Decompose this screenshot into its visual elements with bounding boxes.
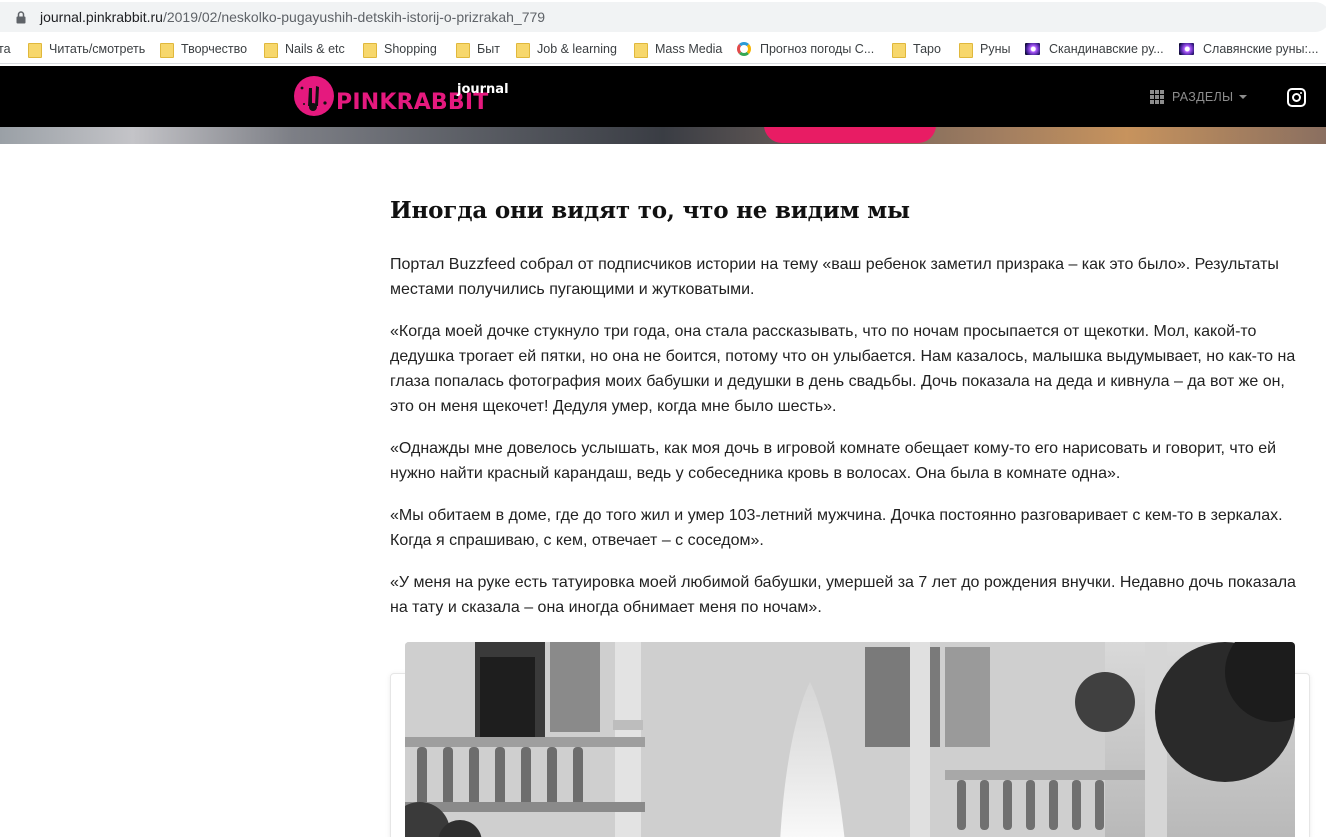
folder-icon — [516, 42, 530, 58]
article-paragraph: «У меня на руке есть татуировка моей люб… — [390, 574, 1296, 616]
folder-icon — [264, 42, 278, 58]
bookmark-label: Читать/смотреть — [49, 42, 146, 56]
site-logo[interactable]: PINKRABBIT journal — [294, 74, 509, 118]
folder-icon — [959, 42, 973, 58]
bookmark-label: Nails & etc — [285, 42, 345, 56]
bookmark-item[interactable]: та — [0, 39, 11, 59]
bookmark-label: Руны — [980, 42, 1011, 56]
bookmark-label: Быт — [477, 42, 500, 56]
article-paragraph: «Когда моей дочке стукнуло три года, она… — [390, 323, 1296, 415]
bookmark-label: Shopping — [384, 42, 437, 56]
bookmark-label: Славянские руны:... — [1203, 42, 1319, 56]
bookmark-folder-creativity[interactable]: Творчество — [160, 39, 247, 59]
url-path: /2019/02/neskolko-pugayushih-detskih-ist… — [162, 9, 546, 25]
article-body: Иногда они видят то, что не видим мы Пор… — [390, 196, 1310, 620]
folder-icon — [363, 42, 377, 58]
folder-icon — [160, 42, 174, 58]
sections-label: РАЗДЕЛЫ — [1172, 90, 1234, 104]
bookmark-folder-shopping[interactable]: Shopping — [363, 39, 437, 59]
sections-menu-button[interactable]: РАЗДЕЛЫ — [1150, 88, 1248, 106]
url-host: journal.pinkrabbit.ru — [40, 9, 163, 25]
folder-icon — [892, 42, 906, 58]
galaxy-icon — [1179, 43, 1194, 55]
bookmarks-bar: та Читать/смотреть Творчество Nails & et… — [0, 34, 1326, 64]
caret-down-icon — [1239, 95, 1248, 99]
bookmark-slavic-runes[interactable]: Славянские руны:... — [1179, 39, 1318, 59]
hero-banner — [0, 127, 1326, 144]
bookmark-folder-tarot[interactable]: Таро — [892, 39, 941, 59]
folder-icon — [456, 42, 470, 58]
bookmark-label: Job & learning — [537, 42, 617, 56]
weather-ring-icon — [737, 42, 751, 56]
address-bar: journal.pinkrabbit.ru/2019/02/neskolko-p… — [0, 0, 1326, 34]
bookmark-label: Таро — [913, 42, 941, 56]
bookmark-folder-read-watch[interactable]: Читать/смотреть — [28, 39, 145, 59]
article-paragraph: Портал Buzzfeed собрал от подписчиков ис… — [390, 256, 1279, 298]
bookmark-weather[interactable]: Прогноз погоды С... — [737, 39, 874, 59]
omnibox[interactable]: journal.pinkrabbit.ru/2019/02/neskolko-p… — [0, 2, 1326, 32]
bookmark-label: та — [0, 42, 11, 56]
bookmark-label: Mass Media — [655, 42, 723, 56]
article-heading: Иногда они видят то, что не видим мы — [390, 197, 910, 224]
url-text[interactable]: journal.pinkrabbit.ru/2019/02/neskolko-p… — [40, 9, 545, 25]
bookmark-label: Творчество — [181, 42, 248, 56]
bookmark-label: Скандинавские ру... — [1049, 42, 1164, 56]
folder-icon — [28, 42, 42, 58]
bookmark-folder-job-learning[interactable]: Job & learning — [516, 39, 617, 59]
lock-icon[interactable] — [16, 11, 26, 24]
bookmark-folder-runes[interactable]: Руны — [959, 39, 1010, 59]
bookmark-folder-household[interactable]: Быт — [456, 39, 500, 59]
bookmark-label: Прогноз погоды С... — [760, 42, 875, 56]
instagram-icon[interactable] — [1287, 88, 1306, 107]
article-paragraph: «Мы обитаем в доме, где до того жил и ум… — [390, 507, 1283, 549]
logo-journal-label: journal — [457, 82, 509, 97]
article-paragraph: «Однажды мне довелось услышать, как моя … — [390, 440, 1277, 482]
hero-button[interactable] — [764, 127, 936, 143]
galaxy-icon — [1025, 43, 1040, 55]
article-photo — [405, 642, 1295, 837]
folder-icon — [634, 42, 648, 58]
site-header: PINKRABBIT journal РАЗДЕЛЫ — [0, 66, 1326, 127]
bookmark-scandinavian-runes[interactable]: Скандинавские ру... — [1025, 39, 1164, 59]
bookmark-folder-nails[interactable]: Nails & etc — [264, 39, 345, 59]
bookmark-folder-mass-media[interactable]: Mass Media — [634, 39, 722, 59]
grid-icon — [1150, 90, 1164, 104]
rabbit-logo-icon — [294, 76, 334, 116]
